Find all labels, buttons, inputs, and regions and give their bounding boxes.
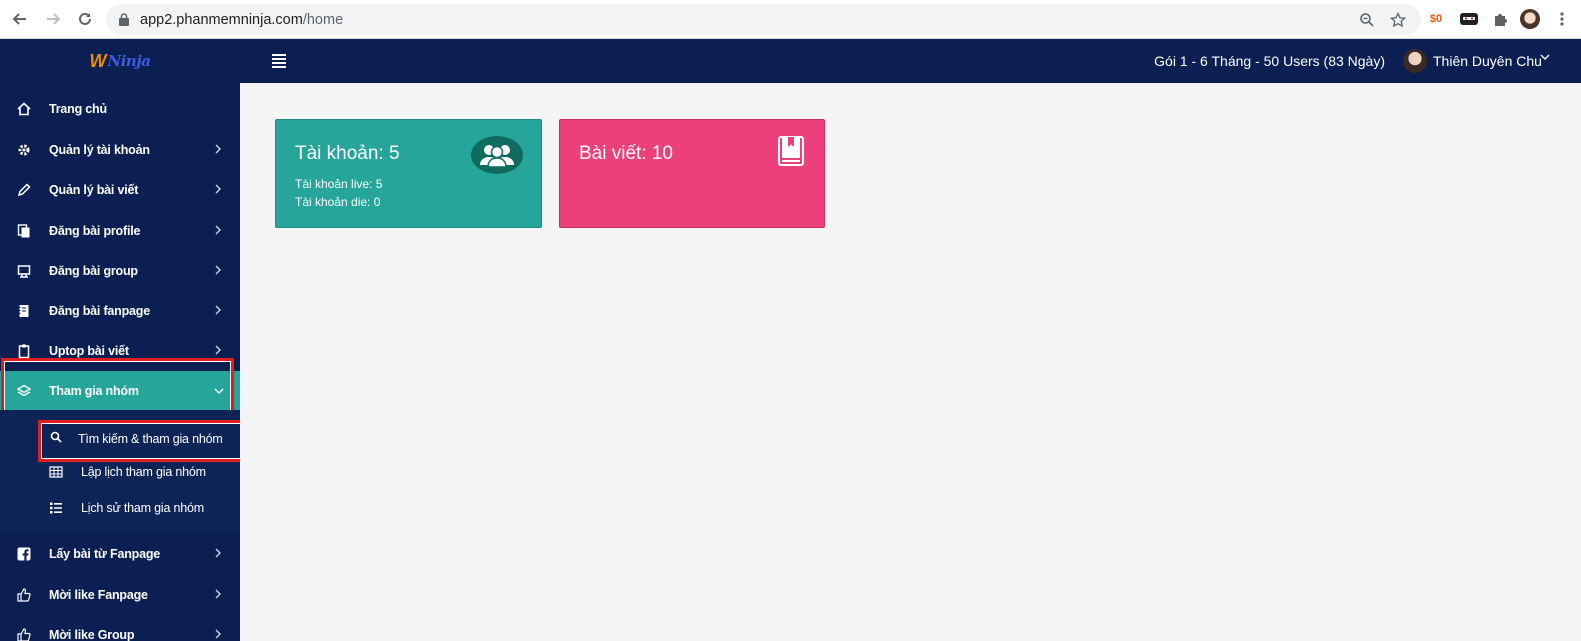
- url-text: app2.phanmemninja.com/home: [140, 12, 343, 28]
- sidebar-item-label: Quản lý bài viết: [49, 183, 139, 197]
- book-icon: [778, 136, 804, 166]
- forward-arrow-icon[interactable]: [42, 8, 64, 30]
- submenu-item-join-history[interactable]: Lịch sử tham gia nhóm: [0, 491, 240, 525]
- sidebar-item-post-management[interactable]: Quản lý bài viết: [0, 170, 240, 210]
- submenu-item-label: Lập lịch tham gia nhóm: [81, 465, 206, 479]
- notebook-icon: [16, 303, 32, 319]
- sidebar-item-label: Lấy bài từ Fanpage: [49, 547, 161, 561]
- sidebar-item-label: Mời like Group: [49, 628, 135, 641]
- back-arrow-icon[interactable]: [9, 8, 31, 30]
- accounts-live: Tài khoản live: 5: [295, 177, 383, 191]
- browser-menu-icon[interactable]: [1552, 9, 1572, 29]
- user-name[interactable]: Thiên Duyên Chu: [1433, 53, 1542, 69]
- chevron-right-icon: [214, 264, 222, 278]
- users-icon: [471, 136, 523, 174]
- url-path: /home: [302, 12, 344, 28]
- chevron-right-icon: [214, 143, 222, 157]
- app-header: W Ninja Gói 1 - 6 Tháng - 50 Users (83 N…: [0, 39, 1581, 83]
- sidebar-item-label: Đăng bài fanpage: [49, 304, 150, 318]
- sidebar-item-label: Quản lý tài khoản: [49, 143, 150, 157]
- chevron-right-icon: [214, 547, 222, 561]
- profile-avatar-icon[interactable]: [1520, 9, 1540, 29]
- zoom-icon[interactable]: [1359, 12, 1375, 28]
- sidebar-item-post-group[interactable]: Đăng bài group: [0, 251, 240, 291]
- accounts-card[interactable]: Tài khoản: 5 Tài khoản live: 5 Tài khoản…: [275, 119, 542, 228]
- thumbs-up-icon: [16, 627, 32, 641]
- reload-icon[interactable]: [74, 8, 96, 30]
- accounts-die: Tài khoản die: 0: [295, 195, 381, 209]
- submenu-item-label-highlighted[interactable]: Tìm kiếm & tham gia nhóm: [78, 432, 223, 446]
- logo-mark-icon: W: [89, 50, 107, 71]
- calendar-grid-icon: [49, 465, 63, 479]
- home-icon: [16, 101, 32, 117]
- chevron-right-icon: [214, 183, 222, 197]
- hamburger-menu-icon[interactable]: [272, 54, 286, 68]
- copy-icon: [16, 223, 32, 239]
- highlight-box-search-join: Tìm kiếm & tham gia nhóm: [38, 420, 240, 462]
- puzzle-extensions-icon[interactable]: [1490, 9, 1510, 29]
- chevron-right-icon: [214, 344, 222, 358]
- chevron-right-icon: [214, 588, 222, 602]
- sidebar-item-label: Mời like Fanpage: [49, 588, 148, 602]
- extension-badge-icon[interactable]: $0: [1426, 9, 1446, 29]
- sidebar-item-label: Đăng bài group: [49, 264, 138, 278]
- submenu-item-label: Lịch sử tham gia nhóm: [81, 501, 204, 515]
- address-bar[interactable]: app2.phanmemninja.com/home: [106, 4, 1421, 35]
- chevron-right-icon: [214, 628, 222, 641]
- sidebar-item-fetch-from-fanpage[interactable]: Lấy bài từ Fanpage: [0, 534, 240, 574]
- sidebar-item-label: Trang chủ: [49, 102, 107, 116]
- clipboard-icon: [16, 343, 32, 359]
- gear-icon: [16, 142, 32, 158]
- url-host: app2.phanmemninja.com: [140, 12, 303, 28]
- sidebar-item-invite-like-group[interactable]: Mời like Group: [0, 615, 240, 641]
- posts-card-title: Bài viết: 10: [579, 143, 673, 164]
- group-post-icon: [16, 263, 32, 279]
- chevron-right-icon: [214, 224, 222, 238]
- avatar[interactable]: [1403, 49, 1427, 73]
- list-icon: [49, 501, 63, 515]
- logo-text: Ninja: [107, 52, 151, 70]
- thumbs-up-icon: [16, 587, 32, 603]
- facebook-icon: [16, 546, 32, 562]
- ninja-extension-icon[interactable]: [1459, 9, 1479, 29]
- sidebar-item-home[interactable]: Trang chủ: [0, 89, 240, 129]
- chevron-down-icon[interactable]: [1540, 51, 1550, 65]
- posts-card[interactable]: Bài viết: 10: [559, 119, 825, 228]
- extension-badge-text: $0: [1429, 13, 1443, 25]
- sidebar: Trang chủ Quản lý tài khoản Quản lý bài …: [0, 83, 240, 641]
- accounts-card-title: Tài khoản: 5: [295, 143, 400, 164]
- sidebar-item-account-management[interactable]: Quản lý tài khoản: [0, 130, 240, 170]
- lock-icon: [119, 13, 129, 26]
- pencil-icon: [16, 182, 32, 198]
- bookmark-star-icon[interactable]: [1390, 12, 1406, 28]
- sidebar-item-post-fanpage[interactable]: Đăng bài fanpage: [0, 291, 240, 331]
- search-icon: [50, 430, 62, 448]
- sidebar-item-invite-like-fanpage[interactable]: Mời like Fanpage: [0, 575, 240, 615]
- chevron-right-icon: [214, 304, 222, 318]
- plan-info: Gói 1 - 6 Tháng - 50 Users (83 Ngày): [1154, 53, 1385, 69]
- logo[interactable]: W Ninja: [0, 39, 240, 83]
- sidebar-item-label: Uptop bài viết: [49, 344, 129, 358]
- browser-toolbar: app2.phanmemninja.com/home $0: [0, 0, 1581, 39]
- sidebar-item-label: Đăng bài profile: [49, 224, 141, 238]
- sidebar-item-post-profile[interactable]: Đăng bài profile: [0, 211, 240, 251]
